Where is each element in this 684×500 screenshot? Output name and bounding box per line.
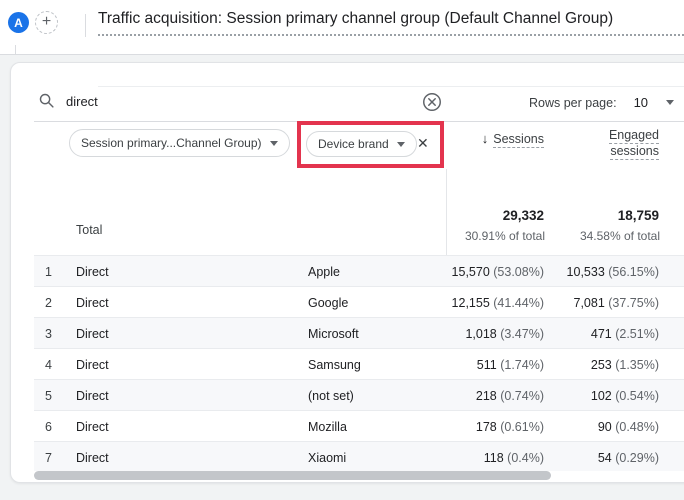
row-index: 6	[45, 420, 52, 434]
topbar-divider	[85, 14, 86, 37]
scrollbar-thumb[interactable]	[34, 471, 551, 480]
search-input[interactable]: direct	[66, 94, 98, 109]
table-row: 2 Direct Google 12,155 (41.44%) 7,081 (37.75…	[34, 286, 684, 317]
row-engaged: 253 (1.35%)	[590, 358, 659, 372]
table-row: 6 Direct Mozilla 178 (0.61%) 90 (0.48%)	[34, 410, 684, 441]
sidebar-edge	[15, 45, 16, 55]
row-index: 3	[45, 327, 52, 341]
row-sessions: 12,155 (41.44%)	[451, 296, 544, 310]
row-brand: (not set)	[308, 389, 354, 403]
table-row: 4 Direct Samsung 511 (1.74%) 253 (1.35%)	[34, 348, 684, 379]
page-title[interactable]: Traffic acquisition: Session primary cha…	[98, 10, 684, 36]
horizontal-scrollbar	[34, 471, 684, 480]
rows-per-page-value[interactable]: 10	[634, 95, 648, 110]
primary-dimension-chip[interactable]: Session primary...Channel Group)	[69, 129, 290, 157]
secondary-dimension-label: Device brand	[318, 137, 389, 151]
new-report-button[interactable]: +	[35, 11, 58, 34]
row-channel: Direct	[76, 358, 109, 372]
row-channel: Direct	[76, 420, 109, 434]
row-brand: Google	[308, 296, 349, 310]
row-engaged: 7,081 (37.75%)	[573, 296, 660, 310]
column-header-engaged-sessions[interactable]: Engaged sessions	[509, 127, 659, 160]
row-brand: Samsung	[308, 358, 361, 372]
row-engaged: 10,533 (56.15%)	[566, 265, 659, 279]
search-icon	[38, 92, 55, 114]
chevron-down-icon[interactable]	[666, 100, 675, 105]
chevron-down-icon[interactable]	[269, 140, 278, 146]
remove-dimension-button[interactable]: ✕	[417, 135, 429, 152]
row-sessions: 15,570 (53.08%)	[451, 265, 544, 279]
card-top-rule	[98, 86, 684, 87]
row-brand: Apple	[308, 265, 340, 279]
rows-per-page-control[interactable]: Rows per page: 10	[529, 95, 675, 110]
table-body: 1 Direct Apple 15,570 (53.08%) 10,533 (56.15…	[34, 255, 684, 473]
row-index: 2	[45, 296, 52, 310]
engaged-header-line1: Engaged	[608, 128, 659, 144]
row-sessions: 1,018 (3.47%)	[465, 327, 544, 341]
row-sessions: 511 (1.74%)	[476, 358, 544, 372]
total-engaged: 18,759	[617, 208, 659, 223]
sort-descending-icon: ↓	[481, 131, 489, 146]
row-channel: Direct	[76, 327, 109, 341]
primary-dimension-label: Session primary...Channel Group)	[81, 136, 262, 150]
engaged-header-line2: sessions	[610, 144, 659, 160]
table-row: 5 Direct (not set) 218 (0.74%) 102 (0.54%)	[34, 379, 684, 410]
row-engaged: 102 (0.54%)	[590, 389, 659, 403]
row-brand: Microsoft	[308, 327, 359, 341]
row-sessions: 118 (0.4%)	[483, 451, 544, 465]
top-bar: A + Traffic acquisition: Session primary…	[0, 0, 684, 55]
total-label: Total	[76, 223, 103, 237]
row-index: 1	[45, 265, 52, 279]
clear-search-button[interactable]	[421, 91, 443, 113]
row-index: 7	[45, 451, 52, 465]
rows-per-page-label: Rows per page:	[529, 95, 617, 110]
row-sessions: 218 (0.74%)	[475, 389, 544, 403]
chevron-down-icon[interactable]	[396, 141, 405, 147]
table-row: 7 Direct Xiaomi 118 (0.4%) 54 (0.29%)	[34, 441, 684, 472]
row-channel: Direct	[76, 451, 109, 465]
row-index: 5	[45, 389, 52, 403]
row-sessions: 178 (0.61%)	[475, 420, 544, 434]
row-channel: Direct	[76, 296, 109, 310]
row-engaged: 471 (2.51%)	[590, 327, 659, 341]
table-row: 1 Direct Apple 15,570 (53.08%) 10,533 (56.15…	[34, 255, 684, 286]
row-brand: Mozilla	[308, 420, 347, 434]
report-card: direct Rows per page: 10 Session primary…	[10, 62, 684, 483]
row-brand: Xiaomi	[308, 451, 347, 465]
row-index: 4	[45, 358, 52, 372]
row-engaged: 90 (0.48%)	[597, 420, 659, 434]
row-channel: Direct	[76, 265, 109, 279]
total-engaged-share: 34.58% of total	[579, 229, 660, 243]
row-engaged: 54 (0.29%)	[597, 451, 659, 465]
table-row: 3 Direct Microsoft 1,018 (3.47%) 471 (2.51%)	[34, 317, 684, 348]
avatar[interactable]: A	[8, 12, 29, 33]
secondary-dimension-chip[interactable]: Device brand	[306, 131, 417, 157]
row-channel: Direct	[76, 389, 109, 403]
